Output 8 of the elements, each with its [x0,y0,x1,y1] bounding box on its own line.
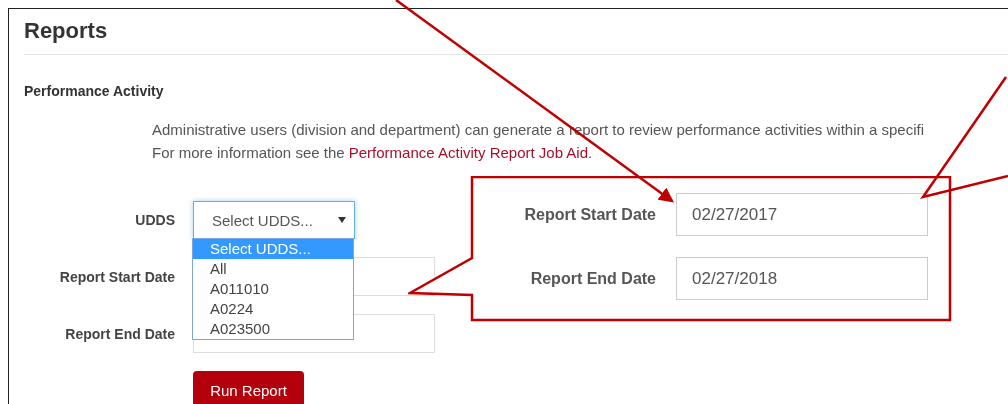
info-text: For more information see the Performance Activity Report Job Aid. [152,143,594,163]
field-label: Report Start Date [523,205,656,224]
field-label: UDDS [134,212,175,228]
field-label: Report End Date [529,269,656,288]
section-heading: Performance Activity [24,83,165,99]
page-title: Reports [24,18,109,44]
field-label: Report Start Date [58,268,175,285]
field-label: Report End Date [64,325,175,342]
